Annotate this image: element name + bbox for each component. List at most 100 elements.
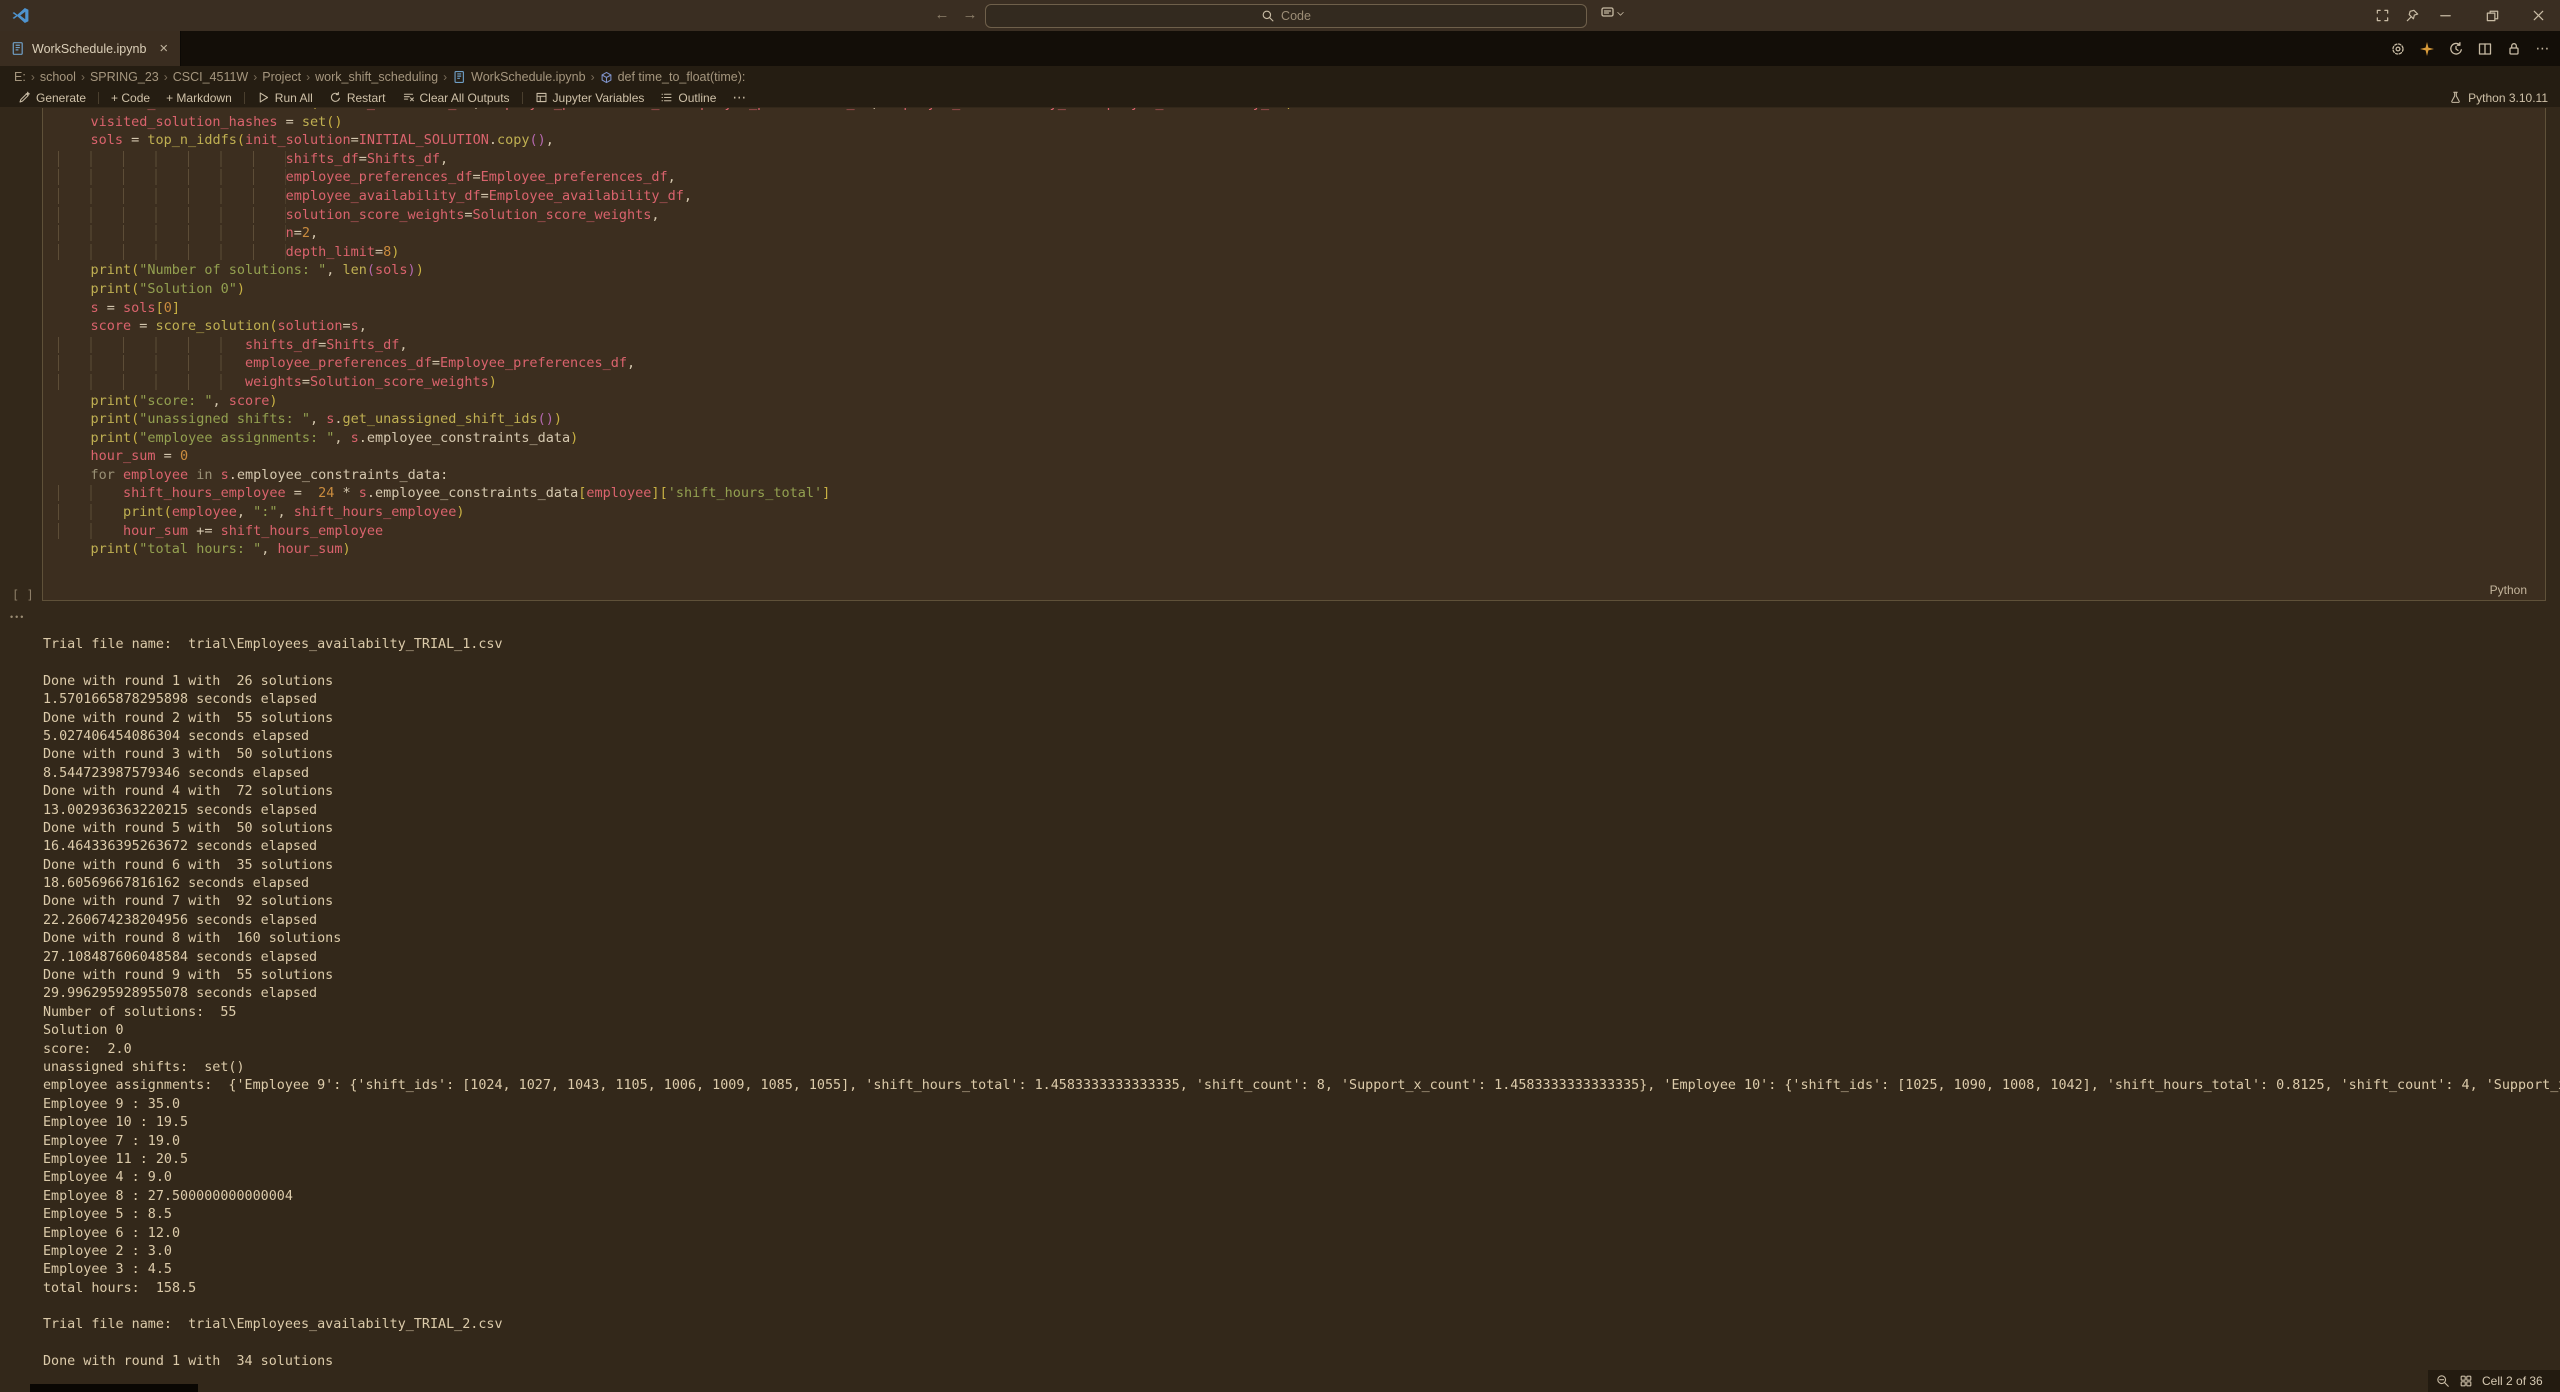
output-line: 16.464336395263672 seconds elapsed: [43, 838, 2560, 856]
code-cell[interactable]: INITIAL_SOLUTION = Solution(shifts_df=Sh…: [42, 108, 2546, 601]
nav-forward-button[interactable]: →: [958, 3, 982, 27]
breadcrumb-item-label: WorkSchedule.ipynb: [471, 70, 585, 84]
code-line: depth_limit=8): [58, 243, 2545, 262]
chat-panel-button[interactable]: [1600, 5, 1625, 21]
chevron-right-icon: ›: [26, 70, 40, 84]
breadcrumb-item[interactable]: work_shift_scheduling: [315, 70, 438, 84]
split-editor-icon[interactable]: [2474, 38, 2496, 60]
breadcrumb-item[interactable]: WorkSchedule.ipynb: [452, 70, 585, 84]
run-all-label: Run All: [275, 91, 313, 105]
output-line: Employee 11 : 20.5: [43, 1151, 2560, 1169]
output-line: Number of solutions: 55: [43, 1004, 2560, 1022]
code-line: print("score: ", score): [58, 392, 2545, 411]
generate-label: Generate: [36, 91, 86, 105]
code-line: employee_availability_df=Employee_availa…: [58, 187, 2545, 206]
output-line: 8.544723987579346 seconds elapsed: [43, 765, 2560, 783]
chevron-right-icon: ›: [76, 70, 90, 84]
output-line: Trial file name: trial\Employees_availab…: [43, 636, 2560, 654]
code-line: weights=Solution_score_weights): [58, 373, 2545, 392]
kernel-picker[interactable]: Python 3.10.11: [2449, 88, 2548, 107]
lock-icon[interactable]: [2503, 38, 2525, 60]
add-code-button[interactable]: + Code: [103, 88, 158, 107]
output-line: Solution 0: [43, 1022, 2560, 1040]
gear-icon[interactable]: [2387, 38, 2409, 60]
output-line: Done with round 6 with 35 solutions: [43, 857, 2560, 875]
breadcrumb-item[interactable]: SPRING_23: [90, 70, 159, 84]
editor-actions: ⋯: [2387, 31, 2554, 66]
restart-button[interactable]: Restart: [321, 88, 394, 107]
output-line: Employee 4 : 9.0: [43, 1169, 2560, 1187]
output-line: [43, 654, 2560, 672]
breadcrumb-item-label: CSCI_4511W: [173, 70, 249, 84]
chevron-right-icon: ›: [586, 70, 600, 84]
output-line: Employee 3 : 4.5: [43, 1261, 2560, 1279]
search-icon: [1261, 9, 1275, 23]
code-line: print("total hours: ", hour_sum): [58, 540, 2545, 559]
toolbar-separator: [244, 92, 245, 104]
output-line: score: 2.0: [43, 1041, 2560, 1059]
output-line: Employee 7 : 19.0: [43, 1133, 2560, 1151]
code-line: print("employee assignments: ", s.employ…: [58, 429, 2545, 448]
output-line: [43, 1335, 2560, 1353]
command-center-search[interactable]: Code: [985, 4, 1587, 28]
output-line: unassigned shifts: set(): [43, 1059, 2560, 1077]
clear-all-outputs-button[interactable]: Clear All Outputs: [394, 88, 518, 107]
tab-workschedule[interactable]: WorkSchedule.ipynb ×: [0, 31, 181, 66]
breadcrumb-item-label: school: [40, 70, 76, 84]
toolbar-separator: [98, 92, 99, 104]
kernel-label: Python 3.10.11: [2468, 91, 2548, 105]
code-line: print("unassigned shifts: ", s.get_unass…: [58, 410, 2545, 429]
output-line: Done with round 8 with 160 solutions: [43, 930, 2560, 948]
breadcrumb-item-label: E:: [14, 70, 26, 84]
breadcrumb-item[interactable]: CSCI_4511W: [173, 70, 249, 84]
outline-button[interactable]: Outline: [652, 88, 724, 107]
close-window-button[interactable]: [2518, 0, 2558, 31]
output-line: 13.002936363220215 seconds elapsed: [43, 802, 2560, 820]
nav-back-button[interactable]: ←: [930, 3, 954, 27]
notebook-icon: [10, 41, 25, 56]
history-icon[interactable]: [2445, 38, 2467, 60]
notebook-toolbar: Generate + Code + Markdown Run All Resta…: [0, 88, 2560, 108]
code-line: visited_solution_hashes = set(): [58, 113, 2545, 132]
outline-label: Outline: [678, 91, 716, 105]
restore-button[interactable]: [2472, 0, 2512, 31]
code-line: score = score_solution(solution=s,: [58, 317, 2545, 336]
code-editor[interactable]: INITIAL_SOLUTION = Solution(shifts_df=Sh…: [43, 108, 2545, 559]
selected-output-fragment: [30, 1384, 198, 1392]
output-line: total hours: 158.5: [43, 1280, 2560, 1298]
code-line: hour_sum = 0: [58, 447, 2545, 466]
output-line: 18.60569667816162 seconds elapsed: [43, 875, 2560, 893]
breadcrumb-item[interactable]: Project: [262, 70, 301, 84]
toolbar-more-button[interactable]: ⋯: [724, 88, 755, 107]
output-line: employee assignments: {'Employee 9': {'s…: [43, 1077, 2560, 1095]
output-line: Employee 10 : 19.5: [43, 1114, 2560, 1132]
code-line: n=2,: [58, 224, 2545, 243]
jupyter-variables-label: Jupyter Variables: [553, 91, 645, 105]
jupyter-variables-button[interactable]: Jupyter Variables: [527, 88, 653, 107]
goto-cell-grid-icon[interactable]: [2459, 1374, 2473, 1388]
toolbar-separator: [522, 92, 523, 104]
cell-language-label[interactable]: Python: [2490, 583, 2527, 597]
cell-collapse-indicator[interactable]: •••: [10, 612, 25, 622]
minimize-button[interactable]: [2425, 0, 2465, 31]
breadcrumb-item-label: SPRING_23: [90, 70, 159, 84]
output-line: Done with round 1 with 34 solutions: [43, 1353, 2560, 1371]
run-all-button[interactable]: Run All: [249, 88, 321, 107]
generate-button[interactable]: Generate: [10, 88, 94, 107]
zoom-out-icon[interactable]: [2436, 1374, 2450, 1388]
tab-close-icon[interactable]: ×: [159, 40, 168, 57]
output-line: Employee 6 : 12.0: [43, 1225, 2560, 1243]
sparkle-icon[interactable]: [2416, 38, 2438, 60]
vscode-logo-icon: [11, 6, 30, 25]
code-line: shifts_df=Shifts_df,: [58, 336, 2545, 355]
breadcrumb: E:›school›SPRING_23›CSCI_4511W›Project›w…: [0, 66, 2560, 88]
code-line: sols = top_n_iddfs(init_solution=INITIAL…: [58, 131, 2545, 150]
breadcrumb-item[interactable]: E:: [14, 70, 26, 84]
breadcrumb-item[interactable]: school: [40, 70, 76, 84]
output-line: Employee 5 : 8.5: [43, 1206, 2560, 1224]
add-markdown-button[interactable]: + Markdown: [158, 88, 240, 107]
breadcrumb-item[interactable]: def time_to_float(time):: [600, 70, 746, 84]
more-actions-icon[interactable]: ⋯: [2532, 38, 2554, 60]
chevron-right-icon: ›: [301, 70, 315, 84]
output-line: 22.260674238204956 seconds elapsed: [43, 912, 2560, 930]
